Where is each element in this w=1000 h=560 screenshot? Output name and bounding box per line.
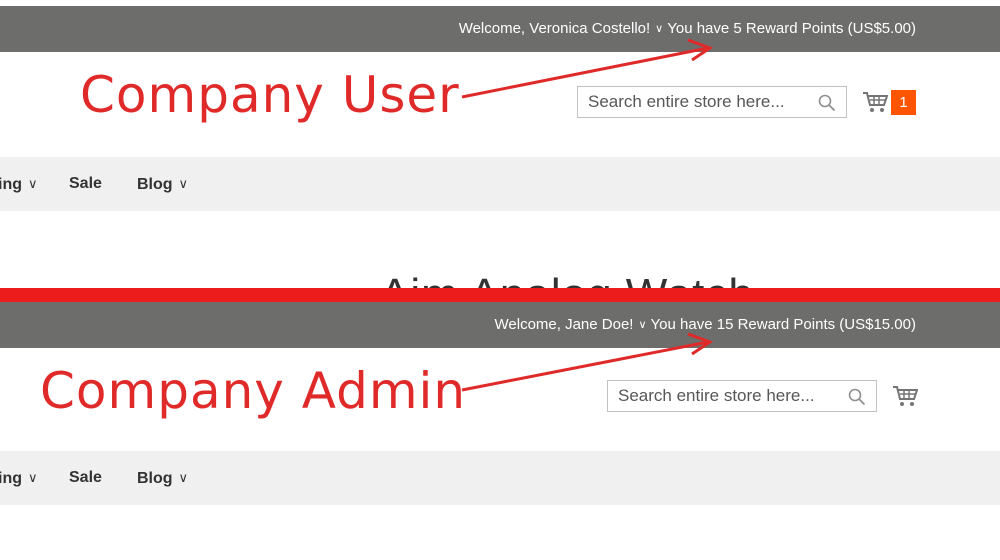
- search-input[interactable]: [578, 87, 818, 117]
- nav-item-label: Blog: [137, 470, 173, 487]
- welcome-message: Welcome, Jane Doe!: [494, 316, 634, 333]
- customer-welcome[interactable]: Welcome, Jane Doe! ∨ You have 15 Reward Po…: [495, 302, 916, 348]
- annotation-label: Company User: [80, 66, 460, 124]
- reward-points-link[interactable]: You have 15 Reward Points (US$15.00): [651, 316, 916, 333]
- company-admin-view: Welcome, Jane Doe! ∨ You have 15 Reward Po…: [0, 302, 1000, 560]
- main-navigation: ing ∨ Sale Blog ∨: [0, 157, 1000, 211]
- company-user-view: Aim Analog Watch Welcome, Veronica Coste…: [0, 0, 1000, 290]
- magnifier-icon[interactable]: [848, 388, 866, 406]
- product-title-partial: Aim Analog Watch: [380, 270, 754, 290]
- nav-item-partial[interactable]: ing ∨: [0, 451, 38, 505]
- nav-item-label: ing: [0, 470, 22, 487]
- reward-points-link[interactable]: You have 5 Reward Points (US$5.00): [667, 20, 916, 37]
- magnifier-icon[interactable]: [818, 94, 836, 112]
- customer-welcome[interactable]: Welcome, Veronica Costello! ∨ You have 5 R…: [459, 6, 916, 52]
- nav-item-label: ing: [0, 176, 22, 193]
- search-box[interactable]: [607, 380, 877, 412]
- chevron-down-icon[interactable]: ∨: [638, 302, 646, 348]
- search-input[interactable]: [608, 381, 848, 411]
- nav-item-sale[interactable]: Sale: [69, 451, 102, 505]
- nav-item-label: Blog: [137, 176, 173, 193]
- chevron-down-icon[interactable]: ∨: [655, 6, 663, 52]
- search-box[interactable]: [577, 86, 847, 118]
- cart-counter[interactable]: 1: [891, 90, 916, 115]
- annotation-label: Company Admin: [40, 362, 467, 420]
- nav-item-blog[interactable]: Blog ∨: [137, 451, 188, 505]
- header-panel: Welcome, Jane Doe! ∨ You have 15 Reward Po…: [0, 302, 1000, 348]
- screenshot-divider: [0, 288, 1000, 302]
- chevron-down-icon: ∨: [28, 176, 38, 191]
- nav-item-sale[interactable]: Sale: [69, 157, 102, 211]
- chevron-down-icon: ∨: [178, 176, 189, 191]
- header-panel: Welcome, Veronica Costello! ∨ You have 5 R…: [0, 6, 1000, 52]
- nav-item-blog[interactable]: Blog ∨: [137, 157, 188, 211]
- shopping-cart-icon[interactable]: [862, 90, 888, 114]
- shopping-cart-icon[interactable]: [892, 384, 918, 408]
- chevron-down-icon: ∨: [178, 470, 189, 485]
- chevron-down-icon: ∨: [28, 470, 38, 485]
- welcome-message: Welcome, Veronica Costello!: [458, 20, 651, 37]
- main-navigation: ing ∨ Sale Blog ∨: [0, 451, 1000, 505]
- nav-item-partial[interactable]: ing ∨: [0, 157, 38, 211]
